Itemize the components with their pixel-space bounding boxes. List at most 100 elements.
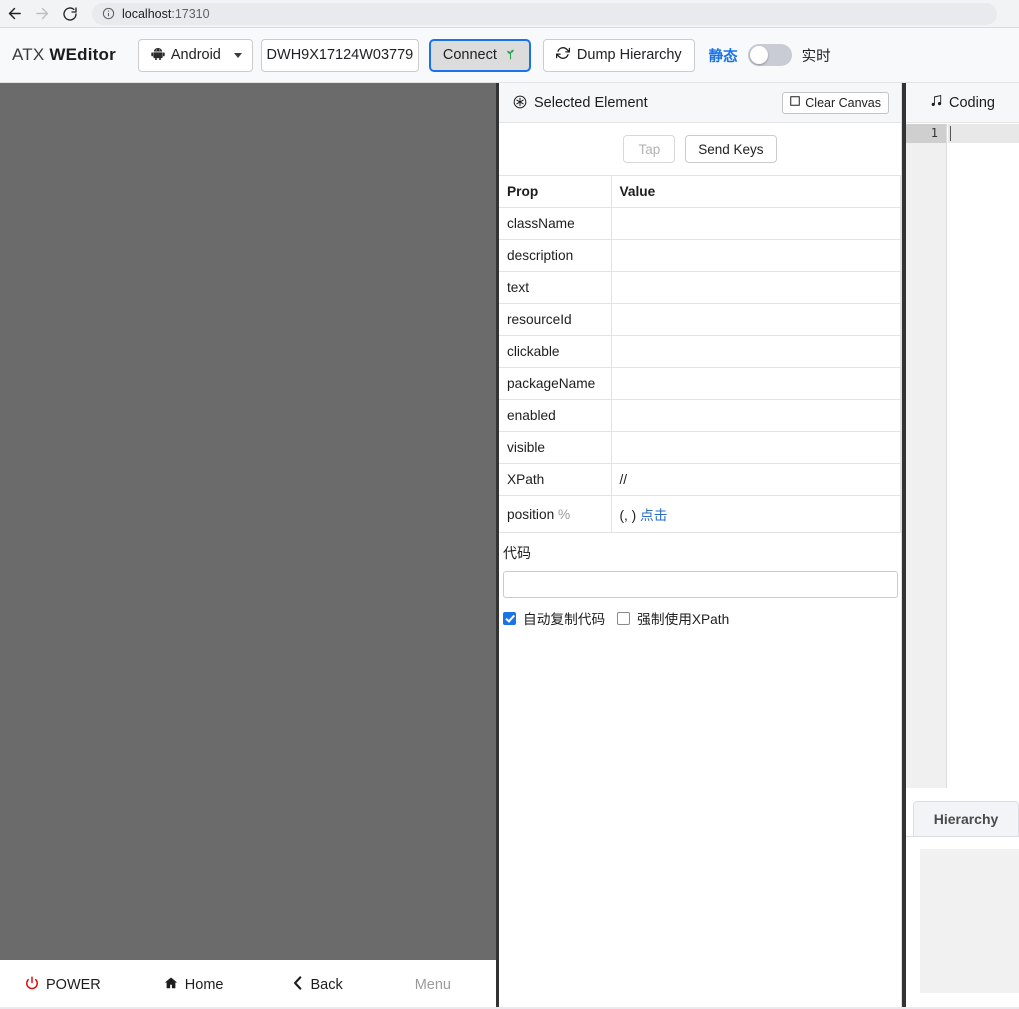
hierarchy-tab-label: Hierarchy [933,811,999,827]
element-properties-table: Prop Value className description text resou… [499,175,901,533]
menu-button[interactable]: Menu [415,977,451,993]
code-options-row: 自动复制代码 强制使用XPath [503,608,889,628]
browser-address-bar[interactable]: localhost:17310 [92,2,997,25]
square-outline-icon [790,96,801,109]
app-title-prefix: ATX [12,45,50,64]
table-row: enabled [499,399,901,432]
code-section: 代码 自动复制代码 强制使用XPath [499,533,901,628]
editor-caret [950,126,951,141]
connect-button[interactable]: Connect [428,38,531,72]
asterisk-circle-icon [513,95,527,111]
music-note-icon [930,94,943,112]
menu-button-label: Menu [414,976,451,993]
app-title-bold: WEditor [49,45,116,64]
power-icon [25,976,39,993]
home-button[interactable]: Home [164,976,223,994]
editor-active-line[interactable] [948,124,1019,143]
inspector-title-text: Selected Element [534,94,648,111]
refresh-icon [555,46,570,64]
table-row: resourceId [499,303,901,336]
prop-name-cell: packageName [499,367,612,400]
table-row: clickable [499,335,901,368]
code-input[interactable] [503,571,898,598]
prop-value-cell [611,303,901,336]
tab-hierarchy[interactable]: Hierarchy [913,801,1019,837]
prop-value-cell [611,367,901,400]
back-button-label: Back [310,976,343,993]
clear-canvas-button[interactable]: Clear Canvas [782,91,889,114]
right-panel: Coding 1 Hierarchy [906,83,1019,1009]
mode-toggle-switch[interactable] [747,44,792,66]
auto-copy-code-label: 自动复制代码 [523,612,606,627]
table-row: XPath// [499,463,901,496]
device-screen-column: POWER Home Back Menu [0,83,496,1009]
browser-reload-icon[interactable] [56,0,84,28]
live-mode-label[interactable]: 实时 [802,45,831,66]
coding-title: Coding [949,94,995,111]
table-row: visible [499,431,901,464]
prop-value-cell [611,335,901,368]
prop-name-cell: resourceId [499,303,612,336]
device-controls-bar: POWER Home Back Menu [0,960,496,1009]
element-properties-body: className description text resourceId clicka… [499,207,901,533]
prop-value-cell [611,399,901,432]
prop-name-cell: className [499,207,612,240]
table-header-row: Prop Value [499,175,901,208]
table-row: packageName [499,367,901,400]
code-section-label: 代码 [503,545,531,561]
power-button-label: POWER [46,976,101,993]
force-xpath-checkbox[interactable] [617,611,631,625]
prop-name-cell: position % [499,495,612,533]
editor-line-number-gutter: 1 [906,124,947,824]
address-bar-host: localhost [122,6,172,21]
app-title: ATX WEditor [12,45,116,65]
prop-name-cell: enabled [499,399,612,432]
prop-value-cell [611,431,901,464]
back-button[interactable]: Back [292,975,343,994]
caret-down-icon [233,52,242,58]
table-row: description [499,239,901,272]
home-icon [164,976,178,994]
platform-select-value: Android [170,47,221,63]
platform-select[interactable]: Android [137,38,253,72]
selected-element-title: Selected Element [513,95,648,111]
force-xpath-label: 强制使用XPath [637,612,730,627]
prop-name-cell: clickable [499,335,612,368]
table-row-position: position % (, ) 点击 [499,495,901,533]
power-button[interactable]: POWER [25,976,101,993]
android-robot-icon [151,47,165,64]
static-mode-label[interactable]: 静态 [709,45,738,66]
position-value: (, ) [619,508,641,523]
browser-back-icon[interactable] [0,0,28,28]
prop-name-cell: XPath [499,463,612,496]
app-toolbar: ATX WEditor Android Connect Dump Hierarc… [0,28,1019,83]
prop-name-cell: description [499,239,612,272]
auto-copy-code-checkbox[interactable] [503,611,516,625]
element-action-row: Tap Send Keys [499,123,901,175]
code-editor[interactable]: 1 [906,124,1019,824]
table-header-value: Value [611,175,901,208]
position-label: position [507,506,558,522]
coding-header: Coding [906,83,1019,123]
inspector-header: Selected Element Clear Canvas [499,83,901,123]
prop-value-cell: // [611,463,901,496]
chevron-left-icon [292,975,303,994]
send-keys-button[interactable]: Send Keys [685,135,777,163]
table-header-prop: Prop [499,175,612,208]
clear-canvas-label: Clear Canvas [805,95,881,110]
send-keys-button-label: Send Keys [698,141,764,157]
address-bar-path: :17310 [171,6,210,21]
serial-input[interactable] [260,38,419,72]
table-row: text [499,271,901,304]
device-screen-canvas[interactable] [0,83,496,960]
tap-button[interactable]: Tap [623,135,676,163]
info-circle-icon[interactable] [102,7,115,20]
toggle-knob [749,46,768,64]
position-tap-link[interactable]: 点击 [640,508,667,523]
mode-toggle-group: 静态 实时 [709,44,831,66]
prop-name-cell: text [499,271,612,304]
browser-forward-icon[interactable] [28,0,56,28]
prop-name-cell: visible [499,431,612,464]
hierarchy-tree-body[interactable] [920,849,1019,993]
dump-hierarchy-button[interactable]: Dump Hierarchy [542,38,695,72]
